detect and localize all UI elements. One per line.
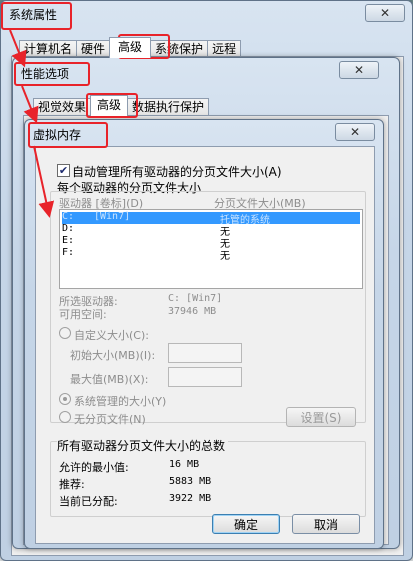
allocated-label: 当前已分配: bbox=[59, 495, 118, 508]
custom-size-label: 自定义大小(C): bbox=[74, 329, 149, 342]
max-size-label: 最大值(MB)(X): bbox=[70, 373, 149, 386]
drive-row[interactable]: C: [Win7] 托管的系统 bbox=[62, 211, 360, 226]
free-space-label: 可用空间: bbox=[59, 308, 107, 321]
system-properties-title: 系统属性 bbox=[9, 8, 58, 22]
no-paging-radio[interactable] bbox=[59, 411, 71, 423]
no-paging-label: 无分页文件(N) bbox=[74, 413, 146, 426]
performance-options-tabs: 视觉效果 高级 数据执行保护 bbox=[33, 95, 210, 116]
close-icon: ✕ bbox=[379, 6, 391, 20]
cancel-button[interactable]: 取消 bbox=[292, 514, 360, 534]
close-icon: ✕ bbox=[349, 125, 361, 139]
system-managed-label: 系统管理的大小(Y) bbox=[74, 395, 167, 408]
allocated-value: 3922 MB bbox=[169, 493, 212, 504]
min-allowed-label: 允许的最小值: bbox=[59, 461, 129, 474]
drive-row[interactable]: F: 无 bbox=[62, 247, 360, 262]
drive-row[interactable]: D: 无 bbox=[62, 223, 360, 238]
performance-options-title: 性能选项 bbox=[21, 67, 70, 81]
min-allowed-value: 16 MB bbox=[169, 459, 200, 470]
initial-size-input[interactable] bbox=[168, 343, 242, 363]
initial-size-label: 初始大小(MB)(I): bbox=[70, 349, 156, 362]
virtual-memory-content: ✔ 自动管理所有驱动器的分页文件大小(A) 每个驱动器的分页文件大小 驱动器 [… bbox=[35, 146, 375, 544]
max-size-input[interactable] bbox=[168, 367, 242, 387]
tab-perf-advanced[interactable]: 高级 bbox=[90, 95, 129, 116]
close-icon: ✕ bbox=[353, 63, 365, 77]
set-button[interactable]: 设置(S) bbox=[286, 407, 356, 427]
totals-title: 所有驱动器分页文件大小的总数 bbox=[57, 437, 229, 454]
drive-letter: D: bbox=[62, 223, 75, 234]
virtual-memory-window: 虚拟内存 ✕ ✔ 自动管理所有驱动器的分页文件大小(A) 每个驱动器的分页文件大… bbox=[24, 119, 384, 549]
ok-button[interactable]: 确定 bbox=[212, 514, 280, 534]
system-properties-close-button[interactable]: ✕ bbox=[365, 4, 405, 22]
drive-letter: C: bbox=[62, 211, 75, 222]
recommended-value: 5883 MB bbox=[169, 476, 212, 487]
selected-drive-value: C: [Win7] bbox=[168, 293, 223, 304]
virtual-memory-close-button[interactable]: ✕ bbox=[335, 123, 375, 141]
auto-manage-checkbox[interactable]: ✔ bbox=[57, 164, 70, 177]
system-managed-radio[interactable] bbox=[59, 393, 71, 405]
drive-volume-label: [Win7] bbox=[94, 211, 131, 222]
free-space-value: 37946 MB bbox=[168, 306, 217, 317]
auto-manage-label: 自动管理所有驱动器的分页文件大小(A) bbox=[72, 165, 282, 179]
virtual-memory-title: 虚拟内存 bbox=[33, 128, 82, 142]
system-properties-tabs: 计算机名 硬件 高级 系统保护 远程 bbox=[19, 37, 242, 58]
drive-list[interactable]: C: [Win7] 托管的系统 D: 无 E: 无 F: 无 bbox=[59, 209, 363, 289]
drive-letter: F: bbox=[62, 247, 75, 258]
performance-options-close-button[interactable]: ✕ bbox=[339, 61, 379, 79]
drive-letter: E: bbox=[62, 235, 75, 246]
tab-dep[interactable]: 数据执行保护 bbox=[127, 98, 210, 116]
drive-row[interactable]: E: 无 bbox=[62, 235, 360, 250]
tab-visual-effects[interactable]: 视觉效果 bbox=[33, 98, 92, 116]
custom-size-radio[interactable] bbox=[59, 327, 71, 339]
drive-paging-size: 无 bbox=[220, 251, 230, 262]
tab-advanced[interactable]: 高级 bbox=[109, 37, 152, 58]
recommended-label: 推荐: bbox=[59, 478, 85, 491]
